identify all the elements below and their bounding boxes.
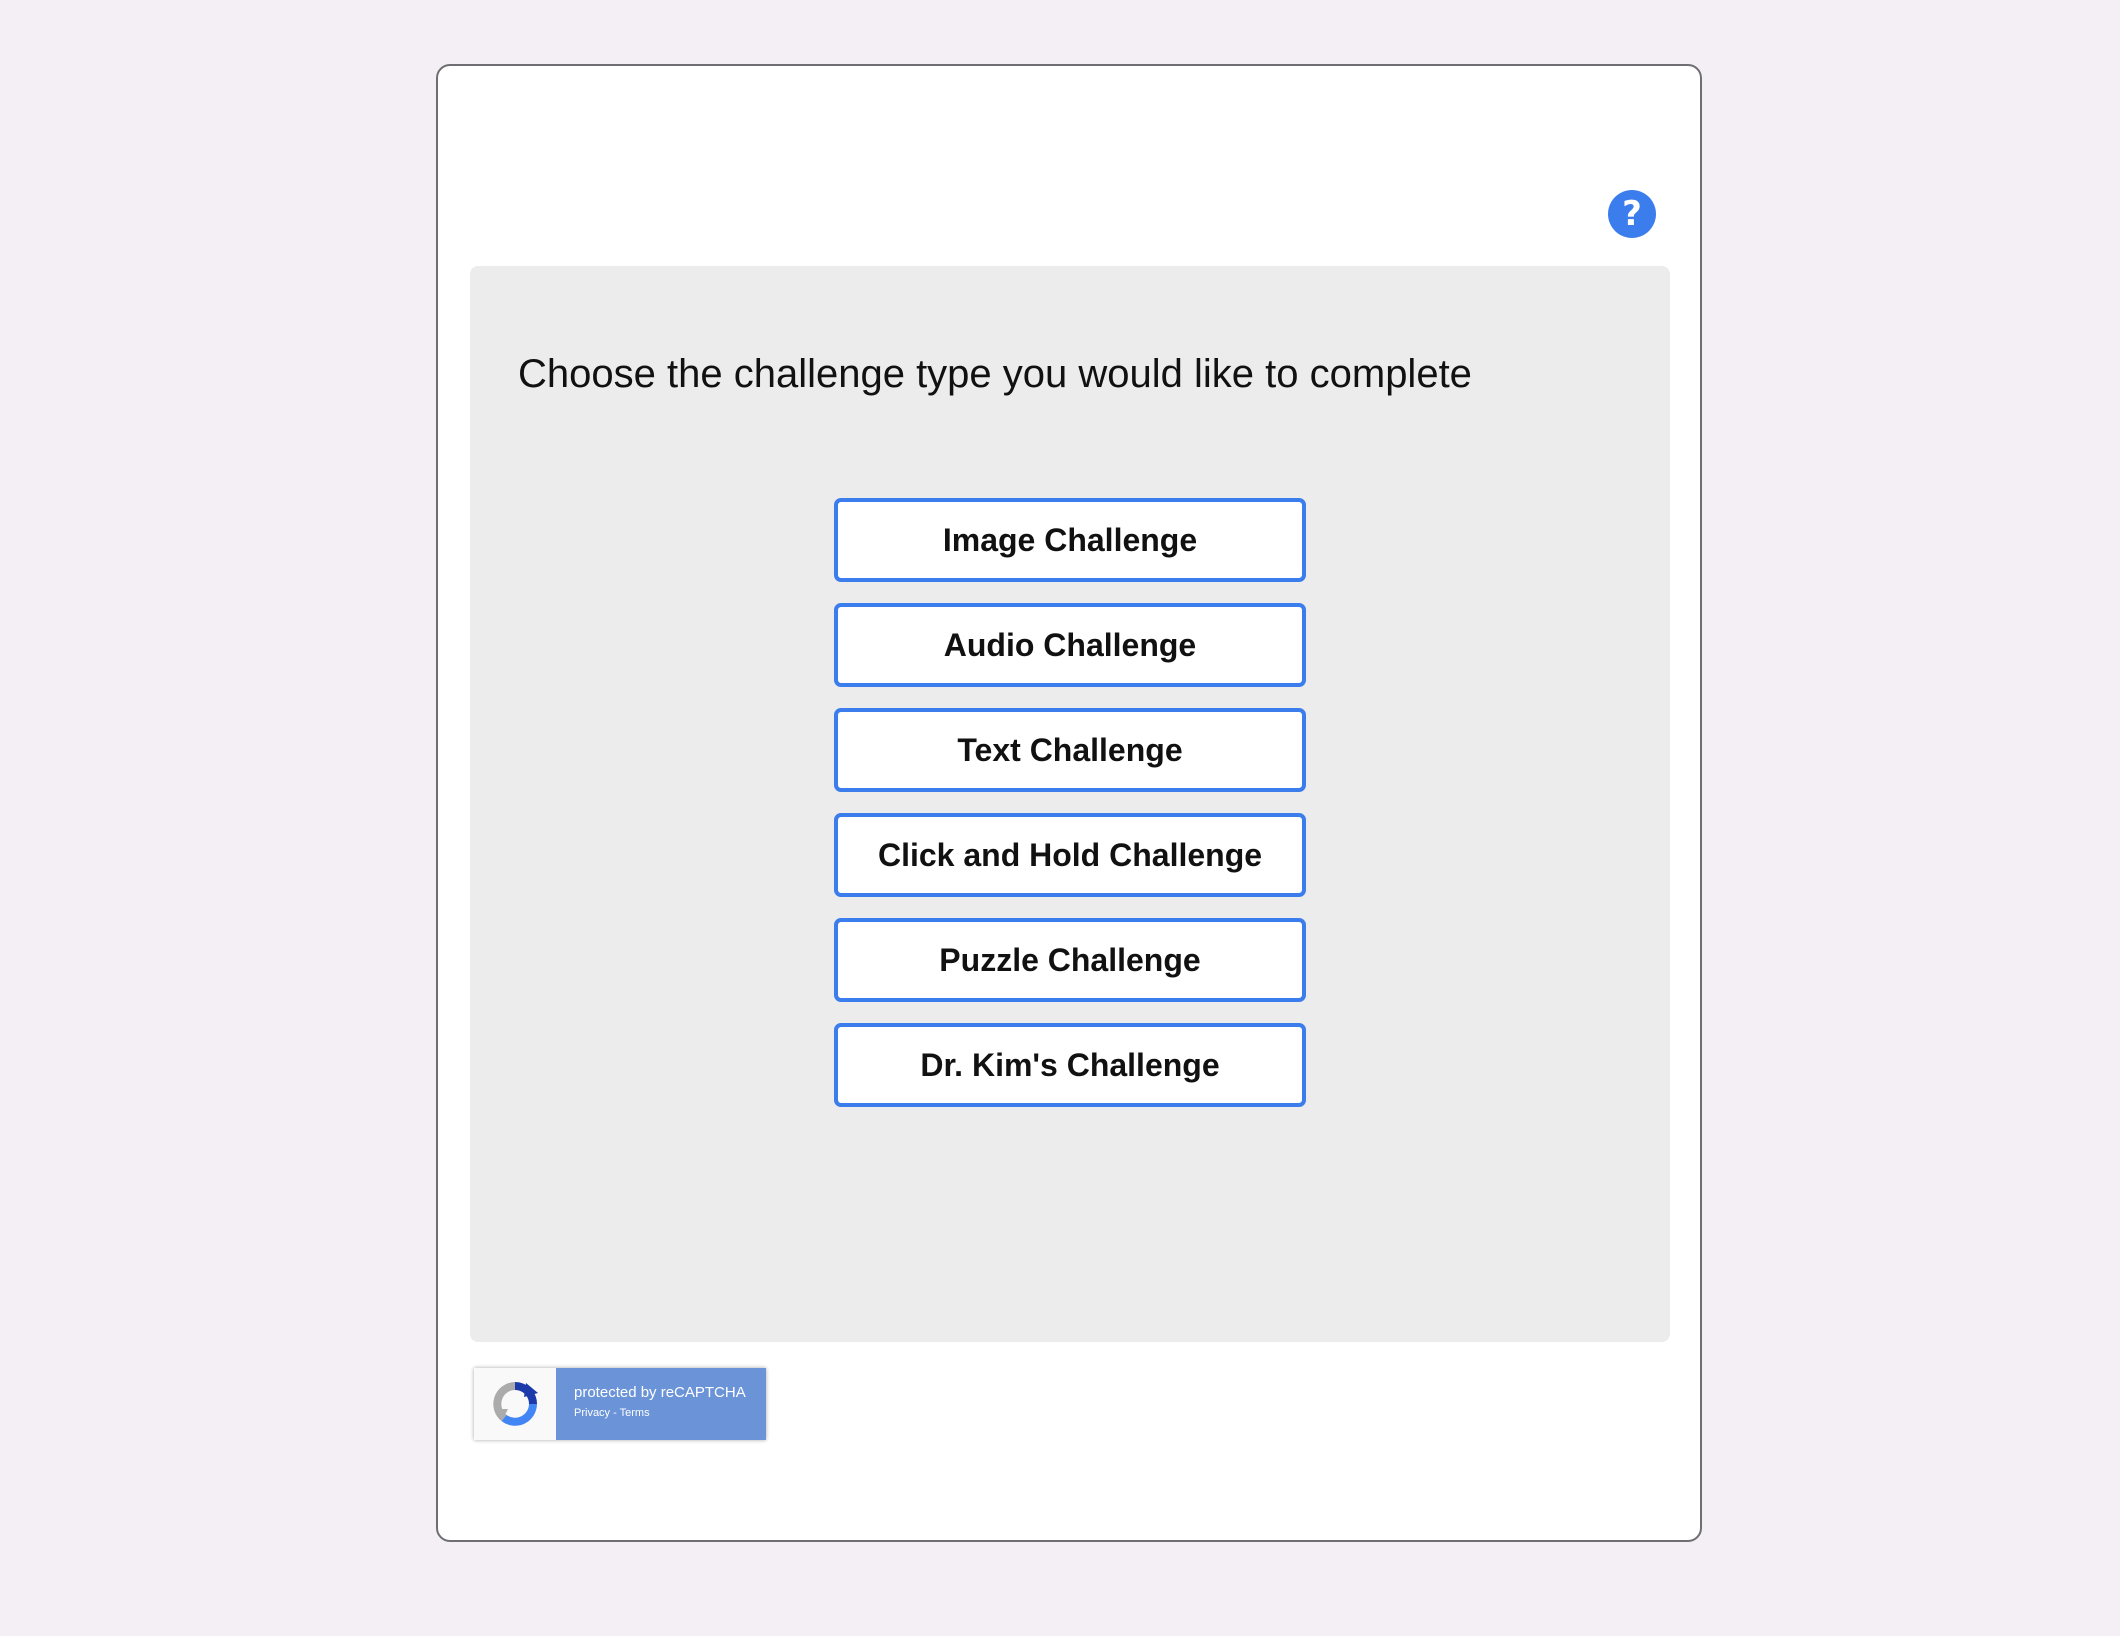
challenge-card: ? Choose the challenge type you would li…: [436, 64, 1702, 1542]
terms-link[interactable]: Terms: [620, 1407, 650, 1419]
recaptcha-badge[interactable]: protected by reCAPTCHA Privacy - Terms: [474, 1368, 766, 1440]
text-challenge-button[interactable]: Text Challenge: [834, 708, 1306, 792]
recaptcha-protected-label: protected by reCAPTCHA: [574, 1384, 746, 1401]
recaptcha-links: Privacy - Terms: [574, 1407, 766, 1419]
panel-title: Choose the challenge type you would like…: [518, 352, 1472, 396]
question-mark-icon: ?: [1622, 194, 1642, 234]
recaptcha-logo-icon: [474, 1368, 556, 1440]
challenge-panel: Choose the challenge type you would like…: [470, 266, 1670, 1342]
audio-challenge-button[interactable]: Audio Challenge: [834, 603, 1306, 687]
help-button[interactable]: ?: [1608, 190, 1656, 238]
challenge-list: Image Challenge Audio Challenge Text Cha…: [834, 498, 1306, 1128]
privacy-link[interactable]: Privacy: [574, 1407, 610, 1419]
dr-kims-challenge-button[interactable]: Dr. Kim's Challenge: [834, 1023, 1306, 1107]
click-and-hold-challenge-button[interactable]: Click and Hold Challenge: [834, 813, 1306, 897]
link-separator: -: [610, 1407, 620, 1419]
recaptcha-text: protected by reCAPTCHA Privacy - Terms: [556, 1368, 766, 1440]
image-challenge-button[interactable]: Image Challenge: [834, 498, 1306, 582]
puzzle-challenge-button[interactable]: Puzzle Challenge: [834, 918, 1306, 1002]
